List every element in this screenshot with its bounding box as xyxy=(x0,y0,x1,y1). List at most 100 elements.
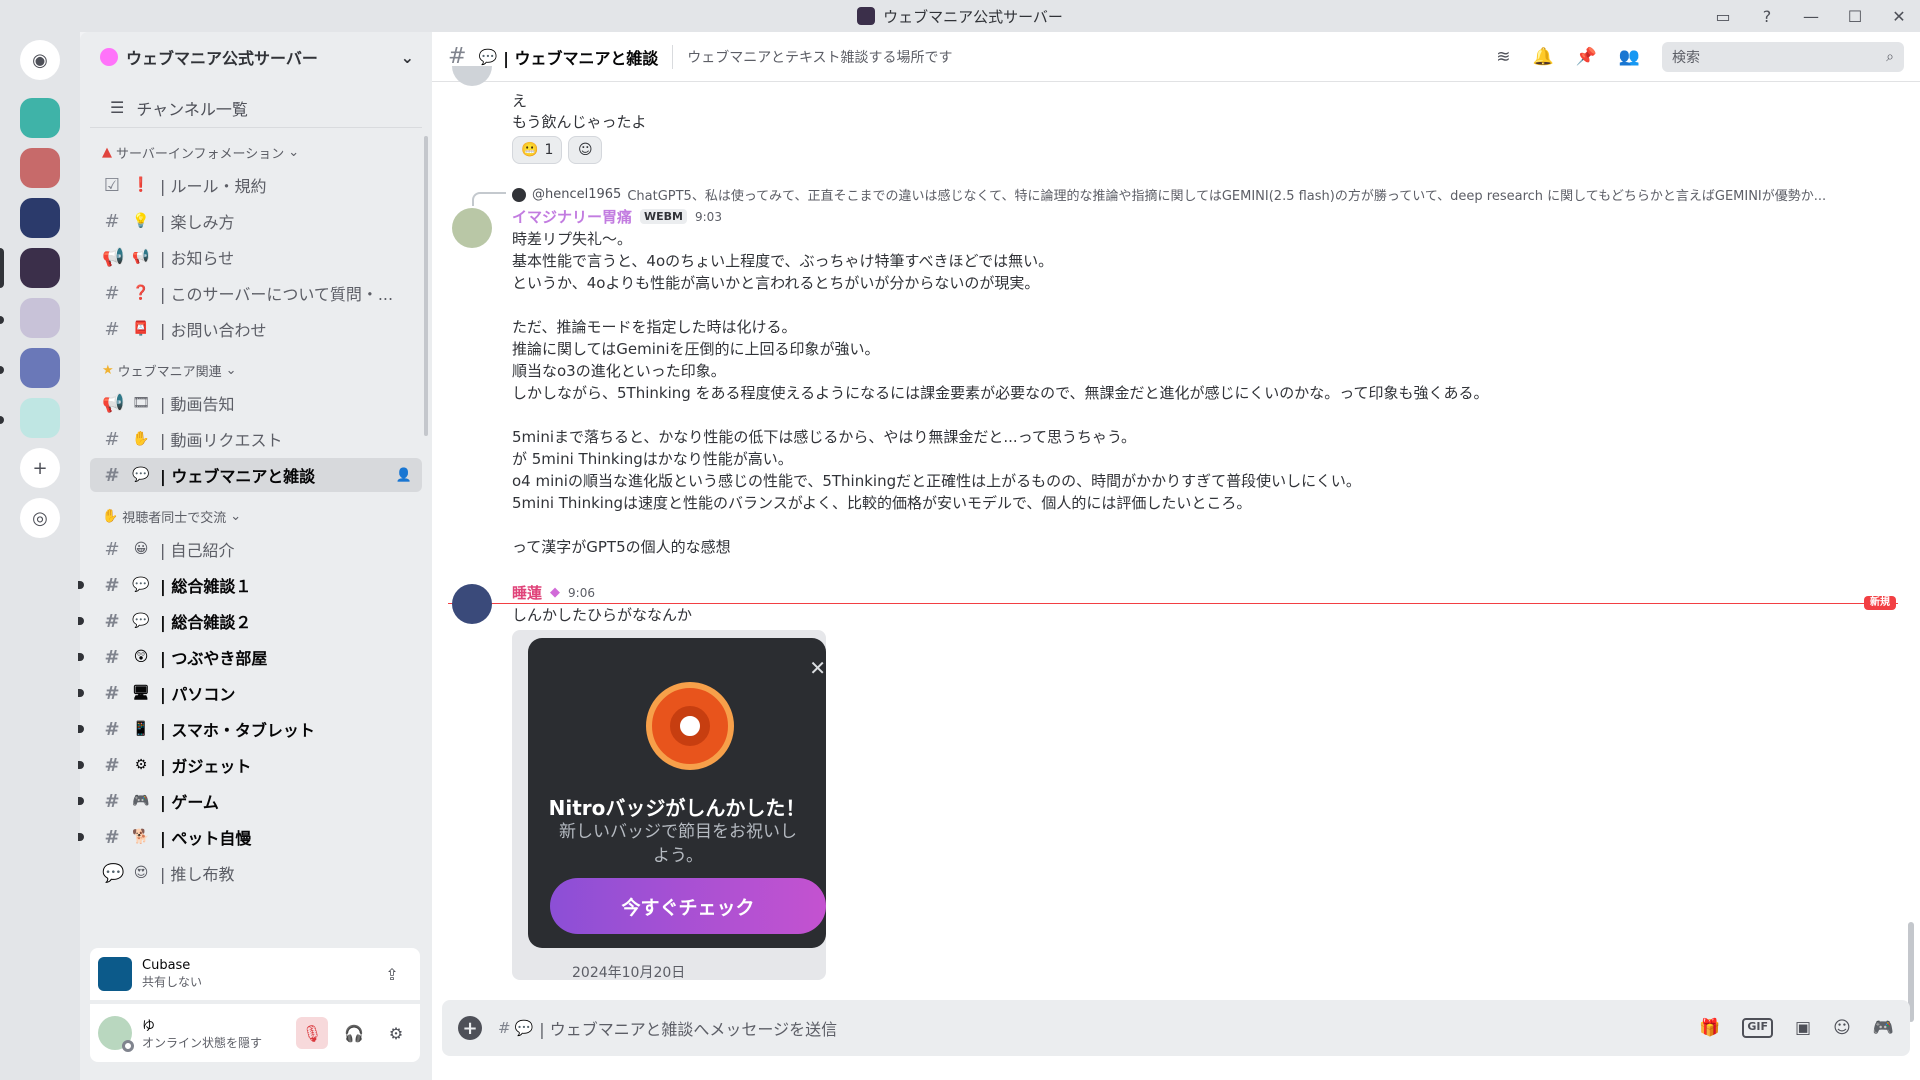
channel-gadget[interactable]: # ⚙ | ガジェット xyxy=(78,748,422,782)
avatar[interactable] xyxy=(98,1016,134,1052)
activity-panel[interactable]: Cubase 共有しない ⇪ xyxy=(90,948,420,1000)
chevron-down-icon: ⌄ xyxy=(400,47,414,67)
channel-smartphone[interactable]: # 📱 | スマホ・タブレット xyxy=(78,712,422,746)
add-server-icon[interactable]: + xyxy=(20,448,60,488)
discord-home-icon[interactable]: ◉ xyxy=(20,40,60,80)
hash-icon: # xyxy=(104,210,120,232)
channel-emoji: 💬 xyxy=(132,577,150,593)
unread-indicator xyxy=(78,833,84,841)
avatar[interactable] xyxy=(452,66,492,86)
emoji-icon[interactable]: ☺ xyxy=(1833,1018,1851,1038)
maximize-icon[interactable]: ☐ xyxy=(1844,5,1866,27)
timestamp[interactable]: 9:03 xyxy=(695,210,722,224)
reply-spine xyxy=(472,192,506,206)
new-badge: 新規 xyxy=(1864,596,1896,610)
channel-questions[interactable]: # ❓ | このサーバーについて質問・... xyxy=(90,276,422,310)
pin-icon[interactable]: 📌 xyxy=(1576,47,1597,67)
mic-muted-icon[interactable]: 🎙 xyxy=(296,1017,328,1049)
close-icon: ✕ xyxy=(809,656,826,680)
server-header[interactable]: ウェブマニア公式サーバー ⌄ xyxy=(80,32,432,82)
nitro-badge-icon[interactable]: ◆ xyxy=(550,585,560,600)
channel-webmania-chat[interactable]: # 💬 | ウェブマニアと雑談 👤 xyxy=(90,458,422,492)
discover-icon[interactable]: ◎ xyxy=(20,498,60,538)
reply-reference[interactable]: @hencel1965 ChatGPT5、私は使ってみて、正直そこまでの違いは感… xyxy=(512,185,1882,204)
threads-icon[interactable]: ≋ xyxy=(1496,47,1510,67)
channel-tweets[interactable]: # 😲 | つぶやき部屋 xyxy=(78,640,422,674)
plus-icon[interactable]: + xyxy=(458,1016,482,1040)
category-name: 視聴者同士で交流 xyxy=(122,510,227,526)
add-member-icon[interactable]: 👤 xyxy=(396,468,412,483)
timestamp[interactable]: 9:06 xyxy=(568,586,595,600)
hash-icon: # xyxy=(104,538,120,560)
channel-pets[interactable]: # 🐕 | ペット自慢 xyxy=(78,820,422,854)
channel-name: | ゲーム xyxy=(160,793,219,812)
channel-general-2[interactable]: # 💬 | 総合雑談２ xyxy=(78,604,422,638)
channel-video-request[interactable]: # ✋ | 動画リクエスト xyxy=(90,422,422,456)
add-reaction-button[interactable]: ☺ xyxy=(568,136,603,164)
server-avatar-7[interactable] xyxy=(20,398,60,438)
channel-oshi[interactable]: 💬 😍 | 推し布教 xyxy=(90,856,422,890)
channel-self-intro[interactable]: # 😀 | 自己紹介 xyxy=(90,532,422,566)
server-rail: ◉ + ◎ xyxy=(0,32,80,1080)
channel-topic[interactable]: ウェブマニアとテキスト雑談する場所です xyxy=(687,47,1496,67)
server-avatar-1[interactable] xyxy=(20,98,60,138)
category-webmania[interactable]: ★ ウェブマニア関連 ⌄ xyxy=(80,356,432,384)
server-avatar-2[interactable] xyxy=(20,148,60,188)
inbox-icon[interactable]: ▭ xyxy=(1712,5,1734,27)
sidebar-scrollbar[interactable] xyxy=(424,136,428,436)
message-input[interactable]: | ウェブマニアと雑談へメッセージを送信 xyxy=(539,1016,1699,1040)
channel-name: | ペット自慢 xyxy=(160,829,252,848)
server-avatar-3[interactable] xyxy=(20,198,60,238)
author-name[interactable]: 睡蓮 xyxy=(512,582,542,603)
channel-emoji: 💬 xyxy=(132,467,150,483)
smiley-icon: ☺ xyxy=(578,142,593,158)
chevron-down-icon: ⌄ xyxy=(288,144,300,160)
bell-icon[interactable]: 🔔 xyxy=(1532,47,1553,67)
channel-name: | ウェブマニアと雑談 xyxy=(160,467,316,486)
gif-icon[interactable]: GIF xyxy=(1742,1018,1774,1038)
sticker-icon[interactable]: ▣ xyxy=(1795,1018,1811,1038)
composer-tools: 🎁 GIF ▣ ☺ 🎮 xyxy=(1699,1018,1894,1038)
message-text: ただ、推論モードを指定した時は化ける。 xyxy=(512,318,797,336)
server-avatar-6[interactable] xyxy=(20,348,60,388)
headphones-icon[interactable]: 🎧 xyxy=(338,1017,370,1049)
channel-name: | 自己紹介 xyxy=(160,541,235,560)
share-icon[interactable]: ⇪ xyxy=(376,958,408,990)
channel-general-1[interactable]: # 💬 | 総合雑談１ xyxy=(78,568,422,602)
guild-tag[interactable]: WEBM xyxy=(640,209,687,224)
channel-pc[interactable]: # 🖥 | パソコン xyxy=(78,676,422,710)
message-text: しかしながら、5Thinking をある程度使えるようになるには課金要素が必要な… xyxy=(512,384,1489,402)
channel-name: | ガジェット xyxy=(160,757,252,776)
category-viewers[interactable]: ✋ 視聴者同士で交流 ⌄ xyxy=(80,502,432,530)
minimize-icon[interactable]: — xyxy=(1800,5,1822,27)
megaphone-icon: 📢 xyxy=(102,392,125,414)
gear-icon[interactable]: ⚙ xyxy=(380,1017,412,1049)
close-window-icon[interactable]: ✕ xyxy=(1888,5,1910,27)
channel-announcements[interactable]: 📢 📢 | お知らせ xyxy=(90,240,422,274)
image-attachment[interactable]: ✕ Nitroバッジがしんかした！ 新しいバッジで節目をお祝いしよう。 今すぐチ… xyxy=(512,630,826,980)
user-names[interactable]: ゆ オンライン状態を隠す xyxy=(142,1015,286,1051)
channel-rules[interactable]: ☑ ❗ | ルール・規約 xyxy=(90,168,422,202)
reaction[interactable]: 😬 1 xyxy=(512,136,563,164)
search-input[interactable]: 検索 ⌕ xyxy=(1662,41,1904,72)
channel-how-to-enjoy[interactable]: # 💡 | 楽しみ方 xyxy=(90,204,422,238)
browse-channels[interactable]: ☰ チャンネル一覧 xyxy=(90,88,422,128)
help-icon[interactable]: ? xyxy=(1756,5,1778,27)
members-icon[interactable]: 👥 xyxy=(1619,47,1640,67)
hash-icon: # xyxy=(104,610,120,632)
channel-game[interactable]: # 🎮 | ゲーム xyxy=(78,784,422,818)
server-avatar-5[interactable] xyxy=(20,298,60,338)
message-text: 5mini Thinkingは速度と性能のバランスがよく、比較的価格が安いモデル… xyxy=(512,494,1252,512)
gift-icon[interactable]: 🎁 xyxy=(1699,1018,1720,1038)
channel-contact[interactable]: # 📮 | お問い合わせ xyxy=(90,312,422,346)
category-name: サーバーインフォメーション xyxy=(116,146,285,162)
apps-icon[interactable]: 🎮 xyxy=(1873,1018,1894,1038)
avatar[interactable] xyxy=(452,584,492,624)
author-name[interactable]: イマジナリー胃痛 xyxy=(512,206,632,227)
server-avatar-webmania[interactable] xyxy=(20,248,60,288)
hash-icon: # xyxy=(104,646,120,668)
category-server-info[interactable]: ▲ サーバーインフォメーション ⌄ xyxy=(80,138,432,166)
hash-icon: # xyxy=(104,754,120,776)
avatar[interactable] xyxy=(452,208,492,248)
channel-video-notice[interactable]: 📢 🎞 | 動画告知 xyxy=(90,386,422,420)
